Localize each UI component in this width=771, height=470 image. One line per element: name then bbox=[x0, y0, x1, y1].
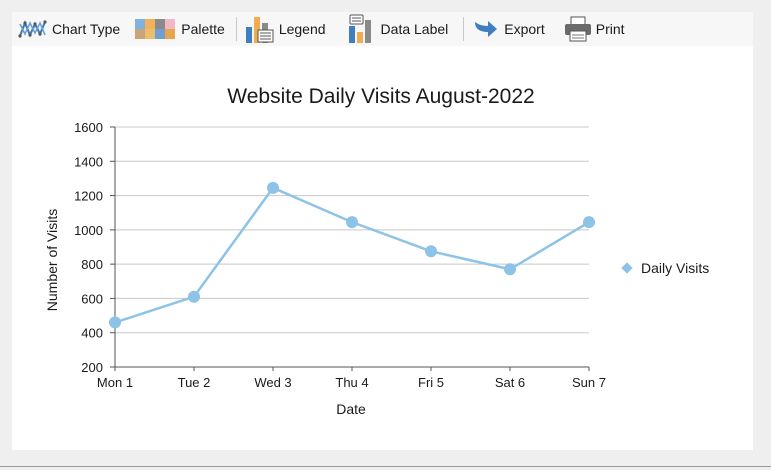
legend-icon bbox=[245, 15, 275, 43]
legend-marker bbox=[621, 262, 633, 274]
export-arrow-icon bbox=[472, 18, 500, 40]
y-axis-ticks: 200 400 600 800 1000 1200 1400 1600 bbox=[74, 120, 115, 375]
printer-icon bbox=[564, 16, 592, 42]
y-tick-label: 1200 bbox=[74, 189, 103, 204]
chart-title: Website Daily Visits August-2022 bbox=[227, 85, 534, 108]
y-axis-label: Number of Visits bbox=[44, 209, 60, 311]
chart-type-icon bbox=[18, 18, 48, 40]
data-point bbox=[267, 181, 279, 194]
data-point bbox=[346, 216, 358, 229]
data-label-button[interactable]: Data Label bbox=[345, 14, 454, 44]
window-bottom-border bbox=[0, 466, 771, 467]
legend-entry-daily-visits: Daily Visits bbox=[641, 260, 709, 276]
y-tick-label: 600 bbox=[81, 291, 103, 306]
x-axis-ticks: Mon 1 Tue 2 Wed 3 Thu 4 Fri 5 Sat 6 Sun 7 bbox=[97, 367, 606, 390]
x-tick-label: Mon 1 bbox=[97, 375, 133, 390]
y-tick-label: 400 bbox=[81, 326, 103, 341]
x-tick-label: Thu 4 bbox=[335, 375, 368, 390]
y-tick-label: 800 bbox=[81, 257, 103, 272]
x-tick-label: Fri 5 bbox=[418, 375, 444, 390]
palette-label: Palette bbox=[181, 21, 225, 37]
axes bbox=[114, 127, 589, 368]
series-line bbox=[114, 186, 590, 324]
palette-icon bbox=[135, 19, 177, 39]
data-point bbox=[109, 316, 121, 329]
legend-label: Legend bbox=[278, 21, 326, 37]
chart-type-button[interactable]: Chart Type bbox=[16, 15, 125, 43]
toolbar-separator bbox=[235, 17, 237, 41]
data-point bbox=[504, 263, 516, 276]
data-point bbox=[425, 245, 437, 258]
y-tick-label: 1600 bbox=[74, 120, 103, 135]
legend: Daily Visits bbox=[621, 260, 709, 276]
x-tick-label: Wed 3 bbox=[254, 375, 291, 390]
y-tick-label: 1000 bbox=[74, 223, 103, 238]
x-tick-label: Sat 6 bbox=[495, 375, 525, 390]
toolbar-separator bbox=[463, 17, 465, 41]
print-label: Print bbox=[595, 21, 625, 37]
data-point bbox=[188, 290, 200, 303]
data-point bbox=[583, 216, 595, 229]
data-label-label: Data Label bbox=[380, 21, 449, 37]
x-axis-label: Date bbox=[336, 401, 366, 417]
legend-button[interactable]: Legend bbox=[243, 15, 331, 43]
x-tick-label: Tue 2 bbox=[178, 375, 211, 390]
chart-toolbar: Chart Type Palette Legend Data Label Exp… bbox=[12, 12, 753, 46]
export-button[interactable]: Export bbox=[470, 15, 549, 43]
grid-lines bbox=[115, 126, 589, 334]
series-daily-visits bbox=[109, 181, 595, 329]
y-tick-label: 1400 bbox=[74, 154, 103, 169]
data-label-icon bbox=[347, 14, 377, 44]
export-label: Export bbox=[504, 21, 545, 37]
chart-panel: Website Daily Visits August-2022 200 400 6… bbox=[12, 46, 753, 450]
chart-type-label: Chart Type bbox=[52, 21, 121, 37]
app-window: Chart Type Palette Legend Data Label Exp… bbox=[0, 0, 771, 470]
palette-button[interactable]: Palette bbox=[133, 15, 230, 43]
print-button[interactable]: Print bbox=[562, 15, 630, 43]
y-tick-label: 200 bbox=[81, 360, 103, 375]
line-chart: Website Daily Visits August-2022 200 400 6… bbox=[44, 85, 709, 417]
x-tick-label: Sun 7 bbox=[572, 375, 606, 390]
